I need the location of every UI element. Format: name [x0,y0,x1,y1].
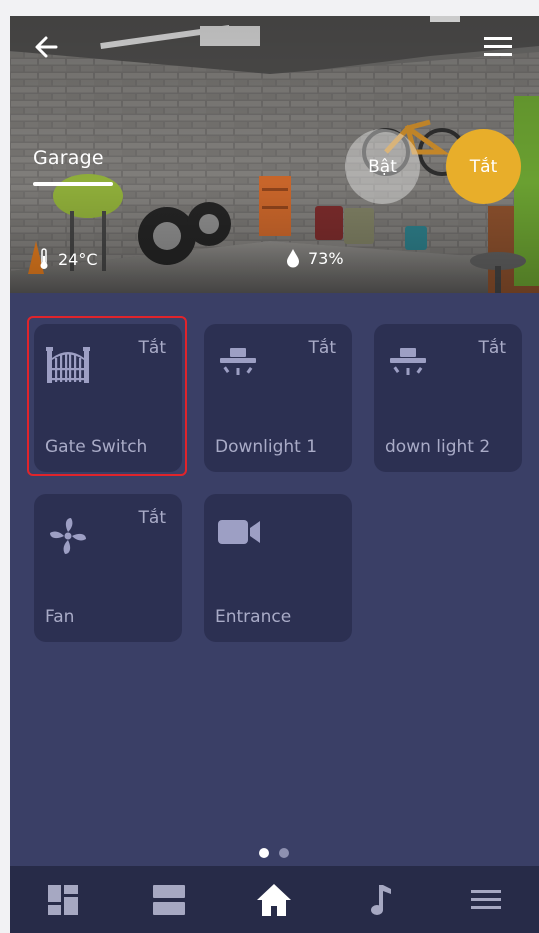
thermometer-icon [40,248,48,269]
room-title: Garage [33,147,104,169]
dashboard-icon [47,884,78,915]
hamburger-icon [484,37,512,56]
downlight-icon [390,348,426,375]
nav-dashboard[interactable] [10,866,116,933]
nav-music[interactable] [327,866,433,933]
turn-on-button[interactable]: Bật [345,129,420,204]
turn-off-button[interactable]: Tắt [446,129,521,204]
nav-home[interactable] [222,866,328,933]
device-state: Tắt [308,338,336,358]
humidity-readout: 73% [286,248,344,268]
hamburger-menu-button[interactable] [481,30,515,64]
page-indicator [259,848,289,858]
temperature-value: 24°C [58,249,98,269]
nav-menu[interactable] [433,866,539,933]
camera-icon [218,520,260,544]
device-label: down light 2 [385,437,491,457]
device-label: Entrance [215,607,292,627]
menu-icon [471,889,502,909]
device-tile-down-light-2[interactable]: Tắt down light 2 [374,324,522,472]
device-label: Fan [45,607,75,627]
downlight-icon [220,348,256,375]
humidity-value: 73% [308,248,344,268]
selection-highlight [27,316,187,476]
fan-icon [50,518,86,554]
water-drop-icon [287,249,299,268]
home-icon [257,883,292,916]
page-dot[interactable] [279,848,289,858]
music-note-icon [371,884,392,915]
device-state: Tắt [138,508,166,528]
back-button[interactable] [30,30,64,64]
device-tile-entrance[interactable]: Entrance [204,494,352,642]
nav-rooms[interactable] [116,866,222,933]
room-title-underline [33,182,113,186]
device-tile-fan[interactable]: Tắt Fan [34,494,182,642]
rooms-icon [152,884,185,915]
room-header: Garage Bật Tắt 24°C 73% [10,16,539,293]
app-screen: Garage Bật Tắt 24°C 73% Tắt Gate Switch … [10,16,539,933]
device-state: Tắt [478,338,506,358]
bottom-navigation [10,866,539,933]
temperature-readout: 24°C [38,248,98,270]
arrow-left-icon [35,36,58,58]
device-label: Downlight 1 [215,437,318,457]
page-dot-active[interactable] [259,848,269,858]
device-tile-downlight-1[interactable]: Tắt Downlight 1 [204,324,352,472]
